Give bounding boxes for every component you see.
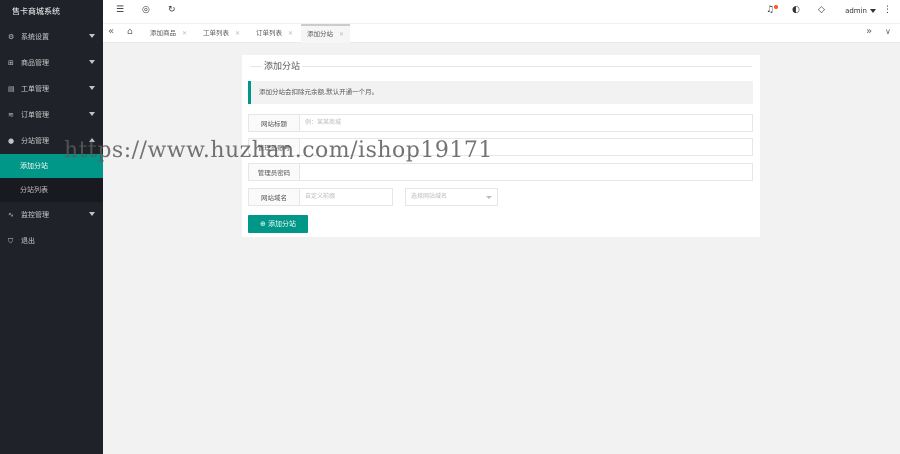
sidebar-item-label: 监控管理 xyxy=(21,211,49,219)
order-icon: ≋ xyxy=(8,111,14,119)
sidebar-item-monitor[interactable]: ∿ 监控管理 xyxy=(0,202,103,228)
ticket-icon: ▤ xyxy=(8,85,15,93)
more-icon[interactable]: ⋮ xyxy=(883,5,892,15)
app-title: 售卡商城系统 xyxy=(0,0,103,24)
add-substation-button[interactable]: ⊕ 添加分站 xyxy=(248,215,308,233)
sidebar-item-label: 订单管理 xyxy=(21,111,49,119)
refresh-icon[interactable]: ↻ xyxy=(168,5,176,15)
home-icon[interactable]: ⌂ xyxy=(127,27,133,37)
field-label: 网站域名 xyxy=(248,188,300,206)
scroll-left-icon[interactable]: « xyxy=(108,26,114,37)
sidebar-item-orders[interactable]: ≋ 订单管理 xyxy=(0,102,103,128)
chevron-down-icon xyxy=(89,86,95,90)
globe-icon[interactable]: ◎ xyxy=(142,5,150,15)
sidebar: 售卡商城系统 ⚙ 系统设置 ⊞ 商品管理 ▤ 工单管理 ≋ 订单管理 ● 分站管… xyxy=(0,0,103,454)
theme-icon[interactable]: ◐ xyxy=(792,5,800,15)
tab-add-product[interactable]: 添加商品 ✕ xyxy=(144,24,193,43)
username: admin xyxy=(845,7,867,15)
sidebar-item-tickets[interactable]: ▤ 工单管理 xyxy=(0,76,103,102)
bell-icon[interactable]: ♫ xyxy=(766,5,774,15)
user-menu[interactable]: admin xyxy=(845,7,876,15)
close-icon[interactable]: ✕ xyxy=(288,30,293,37)
form-row-site-title: 网站标题 例：某某商城 xyxy=(248,114,753,132)
menu-toggle-icon[interactable]: ☰ xyxy=(116,5,124,15)
sidebar-item-label: 退出 xyxy=(21,237,35,245)
title-divider xyxy=(250,66,752,67)
page-title: 添加分站 xyxy=(262,62,303,72)
chevron-down-icon xyxy=(486,196,492,199)
sidebar-item-label: 系统设置 xyxy=(21,33,49,41)
form-row-domain: 网站域名 自定义前缀 选择网站域名 xyxy=(248,188,753,206)
sidebar-item-label: 工单管理 xyxy=(21,85,49,93)
sidebar-item-system-settings[interactable]: ⚙ 系统设置 xyxy=(0,24,103,50)
chevron-down-icon xyxy=(89,60,95,64)
scroll-right-icon[interactable]: » xyxy=(866,26,872,37)
close-icon[interactable]: ✕ xyxy=(339,31,344,38)
tab-order-list[interactable]: 订单列表 ✕ xyxy=(250,24,299,43)
watermark-text: https://www.huzhan.com/ishop19171 xyxy=(64,138,493,163)
close-icon[interactable]: ✕ xyxy=(235,30,240,37)
close-icon[interactable]: ✕ xyxy=(182,30,187,37)
admin-password-input[interactable] xyxy=(299,163,753,181)
site-icon: ● xyxy=(8,137,15,145)
chevron-down-icon[interactable]: ∨ xyxy=(885,27,891,36)
domain-select[interactable]: 选择网站域名 xyxy=(405,188,498,206)
sidebar-item-logout[interactable]: ⛉ 退出 xyxy=(0,228,103,254)
sidebar-item-label: 商品管理 xyxy=(21,59,49,67)
chevron-down-icon xyxy=(89,112,95,116)
chevron-down-icon xyxy=(870,9,876,13)
gear-icon: ⚙ xyxy=(8,33,15,41)
chevron-down-icon xyxy=(89,34,95,38)
sidebar-item-products[interactable]: ⊞ 商品管理 xyxy=(0,50,103,76)
notification-badge xyxy=(774,5,778,9)
cart-icon: ⊞ xyxy=(8,59,14,67)
sidebar-item-label: 分站管理 xyxy=(21,137,49,145)
form-row-admin-password: 管理员密码 xyxy=(248,163,753,181)
tabs-bar: « ⌂ 添加商品 ✕ 工单列表 ✕ 订单列表 ✕ 添加分站 ✕ » ∨ xyxy=(103,24,900,43)
plus-circle-icon: ⊕ xyxy=(259,220,269,228)
chevron-down-icon xyxy=(89,212,95,216)
top-header: ☰ ◎ ↻ ♫ ◐ ◇ admin ⋮ xyxy=(103,0,900,24)
tag-icon[interactable]: ◇ xyxy=(818,5,825,15)
tab-add-substation[interactable]: 添加分站 ✕ xyxy=(301,24,351,43)
field-label: 网站标题 xyxy=(248,114,300,132)
notice-banner: 添加分站会扣除元余额,默认开通一个月。 xyxy=(248,81,753,104)
monitor-icon: ∿ xyxy=(8,211,14,219)
logout-icon: ⛉ xyxy=(8,236,14,245)
domain-prefix-input[interactable]: 自定义前缀 xyxy=(299,188,393,206)
sidebar-subitem-substation-list[interactable]: 分站列表 xyxy=(0,178,103,202)
site-title-input[interactable]: 例：某某商城 xyxy=(299,114,753,132)
tab-ticket-list[interactable]: 工单列表 ✕ xyxy=(197,24,246,43)
field-label: 管理员密码 xyxy=(248,163,300,181)
